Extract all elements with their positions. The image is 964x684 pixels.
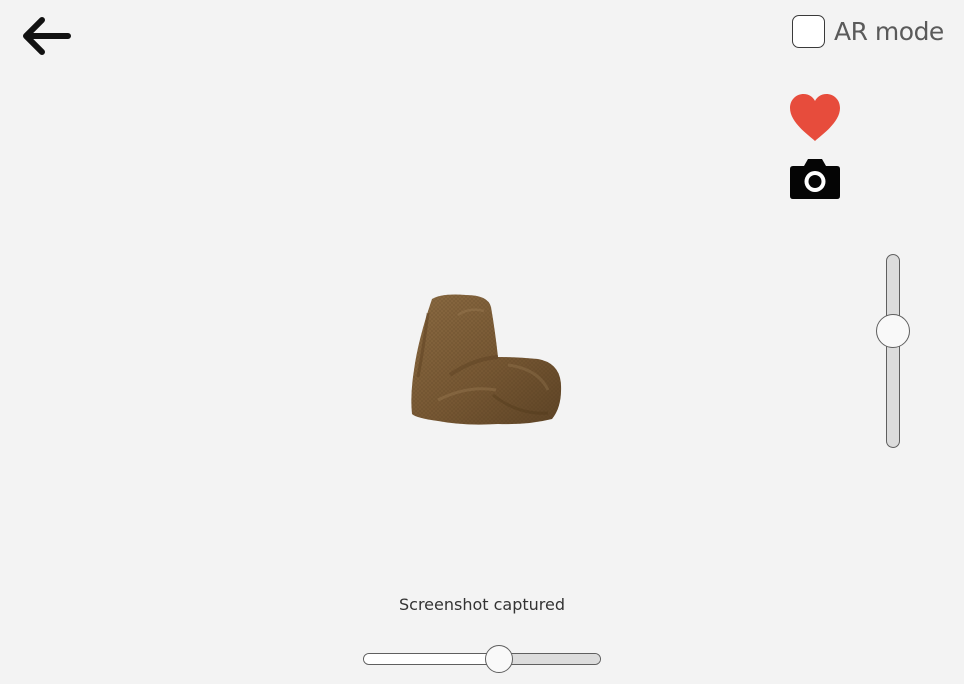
arrow-left-icon — [23, 17, 71, 55]
camera-icon — [790, 159, 840, 199]
rotation-slider[interactable] — [363, 644, 603, 674]
rotation-slider-remaining — [498, 654, 600, 664]
zoom-slider[interactable] — [876, 254, 912, 450]
rotation-slider-fill — [364, 654, 500, 664]
heart-icon — [790, 94, 840, 141]
ar-mode-checkbox[interactable] — [792, 14, 825, 48]
ar-mode-toggle[interactable]: AR mode — [792, 13, 944, 49]
favorite-button[interactable] — [788, 93, 842, 143]
ar-viewer: AR mode Screenshot captured — [0, 0, 964, 684]
ar-mode-label: AR mode — [834, 16, 944, 46]
model-view[interactable] — [398, 285, 574, 435]
screenshot-button[interactable] — [789, 157, 841, 200]
status-message: Screenshot captured — [398, 595, 566, 614]
zoom-slider-thumb[interactable] — [876, 314, 910, 348]
back-button[interactable] — [18, 12, 76, 60]
bean-bag-chair-model — [411, 294, 562, 425]
rotation-slider-thumb[interactable] — [485, 645, 513, 673]
rotation-slider-track[interactable] — [363, 653, 601, 665]
zoom-slider-track[interactable] — [886, 254, 900, 448]
